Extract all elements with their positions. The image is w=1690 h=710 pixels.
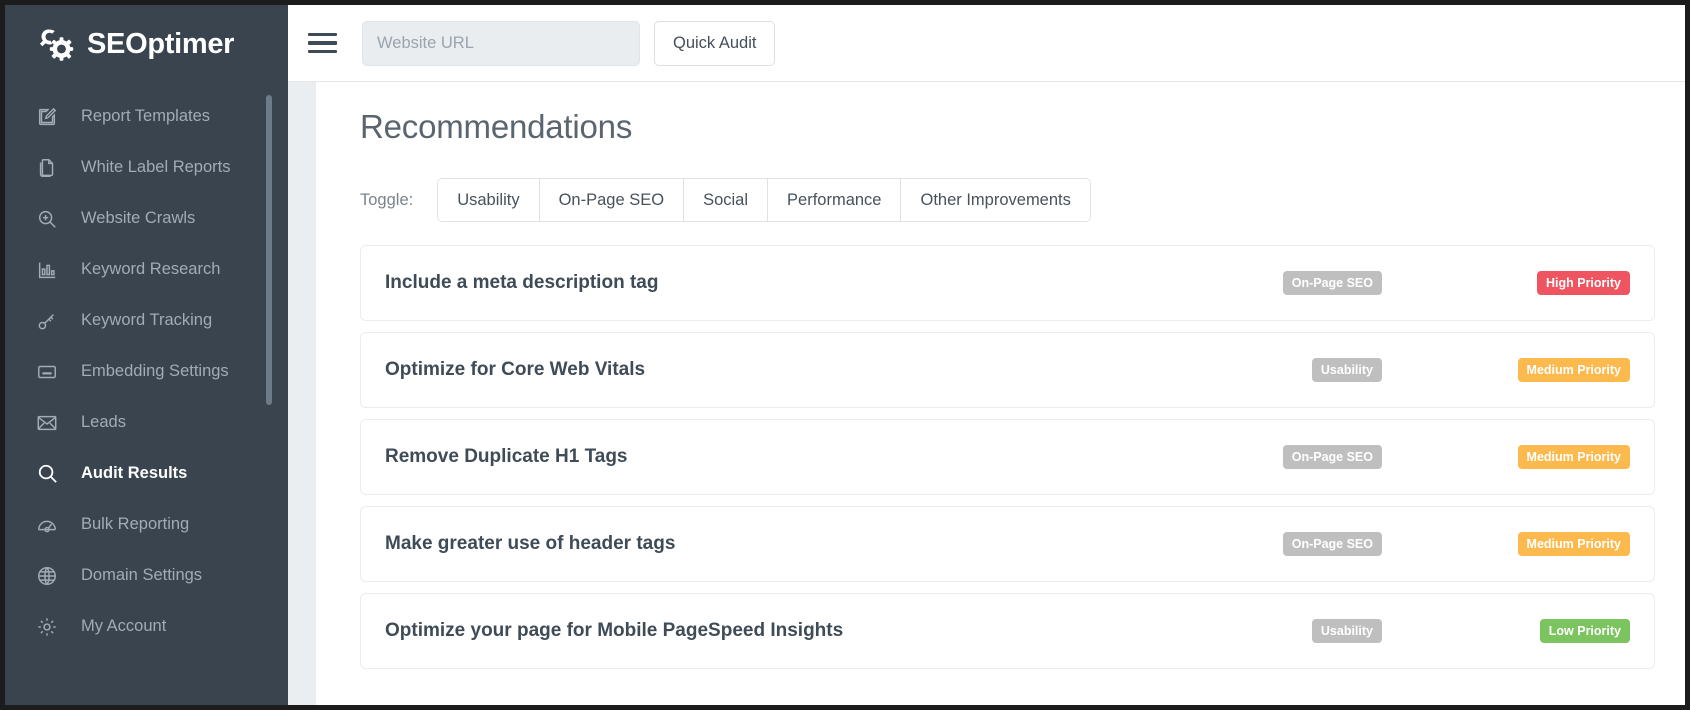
globe-icon — [35, 564, 59, 588]
recommendation-title: Make greater use of header tags — [385, 533, 1283, 555]
recommendation-row[interactable]: Optimize for Core Web Vitals Usability M… — [360, 332, 1655, 408]
hamburger-menu-icon[interactable] — [306, 26, 340, 60]
search-icon — [35, 462, 59, 486]
content-wrapper: Recommendations Toggle: Usability On-Pag… — [288, 82, 1685, 705]
embed-card-icon — [35, 360, 59, 384]
sidebar-item-label: Website Crawls — [81, 209, 195, 228]
top-bar: Quick Audit — [288, 5, 1685, 82]
sidebar-item-keyword-tracking[interactable]: Keyword Tracking — [5, 295, 288, 346]
sidebar-scrollbar-thumb[interactable] — [266, 95, 272, 405]
priority-badge: Medium Priority — [1518, 358, 1630, 382]
priority-column: Medium Priority — [1390, 532, 1630, 556]
sidebar-item-my-account[interactable]: My Account — [5, 601, 288, 652]
sidebar-item-bulk-reporting[interactable]: Bulk Reporting — [5, 499, 288, 550]
recommendation-row[interactable]: Include a meta description tag On-Page S… — [360, 245, 1655, 321]
sidebar-item-label: Bulk Reporting — [81, 515, 189, 534]
sidebar-nav: Report Templates White Label Reports — [5, 83, 288, 652]
category-badge: Usability — [1312, 619, 1382, 643]
left-gutter — [288, 82, 316, 705]
toggle-other-improvements[interactable]: Other Improvements — [901, 179, 1089, 221]
sidebar-item-embedding-settings[interactable]: Embedding Settings — [5, 346, 288, 397]
page-title: Recommendations — [360, 108, 1655, 146]
sidebar-item-label: Keyword Tracking — [81, 311, 212, 330]
sidebar-item-report-templates[interactable]: Report Templates — [5, 91, 288, 142]
brand-logo-area[interactable]: SEOptimer — [5, 5, 288, 83]
toggle-label: Toggle: — [360, 191, 413, 210]
sidebar-item-label: Embedding Settings — [81, 362, 229, 381]
gears-logo-icon — [35, 23, 77, 65]
category-badge: On-Page SEO — [1283, 532, 1382, 556]
recommendation-row[interactable]: Optimize your page for Mobile PageSpeed … — [360, 593, 1655, 669]
sidebar-item-label: My Account — [81, 617, 166, 636]
priority-column: High Priority — [1390, 271, 1630, 295]
recommendations-panel: Recommendations Toggle: Usability On-Pag… — [316, 82, 1685, 705]
toggle-performance[interactable]: Performance — [768, 179, 901, 221]
recommendations-list: Include a meta description tag On-Page S… — [360, 245, 1655, 669]
toggle-usability[interactable]: Usability — [438, 179, 539, 221]
priority-badge: Medium Priority — [1518, 445, 1630, 469]
toggle-on-page-seo[interactable]: On-Page SEO — [540, 179, 684, 221]
sidebar: SEOptimer Report Templates — [5, 5, 288, 705]
recommendation-title: Include a meta description tag — [385, 272, 1283, 294]
category-badge: Usability — [1312, 358, 1382, 382]
priority-column: Medium Priority — [1390, 358, 1630, 382]
gear-icon — [35, 615, 59, 639]
application-window: SEOptimer Report Templates — [0, 0, 1690, 710]
category-badge: On-Page SEO — [1283, 271, 1382, 295]
priority-column: Low Priority — [1390, 619, 1630, 643]
sidebar-item-label: White Label Reports — [81, 158, 231, 177]
copy-documents-icon — [35, 156, 59, 180]
bar-chart-icon — [35, 258, 59, 282]
toggle-button-group: Usability On-Page SEO Social Performance… — [437, 178, 1091, 222]
sidebar-item-audit-results[interactable]: Audit Results — [5, 448, 288, 499]
quick-audit-button[interactable]: Quick Audit — [654, 21, 775, 66]
sidebar-item-label: Keyword Research — [81, 260, 220, 279]
recommendation-title: Remove Duplicate H1 Tags — [385, 446, 1283, 468]
pencil-square-icon — [35, 105, 59, 129]
sidebar-item-label: Leads — [81, 413, 126, 432]
toggle-social[interactable]: Social — [684, 179, 768, 221]
sidebar-item-label: Audit Results — [81, 464, 187, 483]
priority-badge: Low Priority — [1540, 619, 1630, 643]
envelope-icon — [35, 411, 59, 435]
category-badge: On-Page SEO — [1283, 445, 1382, 469]
sidebar-item-leads[interactable]: Leads — [5, 397, 288, 448]
sidebar-item-label: Domain Settings — [81, 566, 202, 585]
website-url-input[interactable] — [362, 21, 640, 66]
sidebar-item-label: Report Templates — [81, 107, 210, 126]
magnifier-plus-icon — [35, 207, 59, 231]
recommendation-row[interactable]: Make greater use of header tags On-Page … — [360, 506, 1655, 582]
toggle-row: Toggle: Usability On-Page SEO Social Per… — [360, 178, 1655, 222]
recommendation-title: Optimize your page for Mobile PageSpeed … — [385, 620, 1312, 642]
priority-column: Medium Priority — [1390, 445, 1630, 469]
recommendation-row[interactable]: Remove Duplicate H1 Tags On-Page SEO Med… — [360, 419, 1655, 495]
priority-badge: Medium Priority — [1518, 532, 1630, 556]
sidebar-item-keyword-research[interactable]: Keyword Research — [5, 244, 288, 295]
main-area: Quick Audit Recommendations Toggle: Usab… — [288, 5, 1685, 705]
sidebar-scrollbar[interactable] — [266, 85, 272, 645]
recommendation-title: Optimize for Core Web Vitals — [385, 359, 1312, 381]
sidebar-item-website-crawls[interactable]: Website Crawls — [5, 193, 288, 244]
gauge-icon — [35, 513, 59, 537]
priority-badge: High Priority — [1537, 271, 1630, 295]
sidebar-item-white-label-reports[interactable]: White Label Reports — [5, 142, 288, 193]
sidebar-item-domain-settings[interactable]: Domain Settings — [5, 550, 288, 601]
key-icon — [35, 309, 59, 333]
brand-name: SEOptimer — [87, 28, 234, 61]
